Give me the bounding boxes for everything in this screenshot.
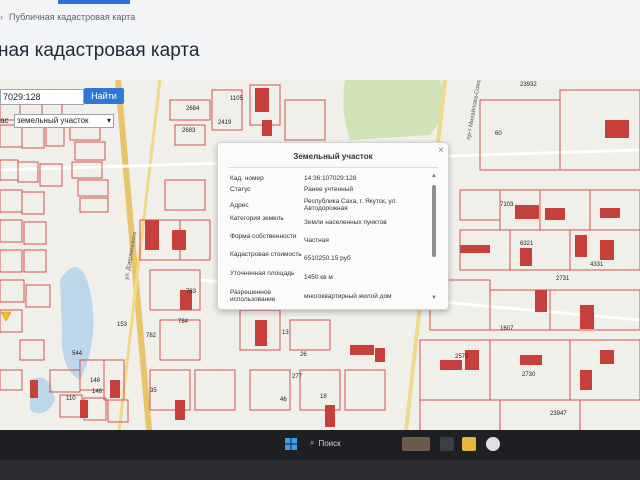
page-title: ная кадастровая карта [0, 40, 200, 61]
info-value: Земли населенных пунктов [304, 219, 387, 226]
scroll-down-icon[interactable]: ▼ [431, 295, 437, 301]
svg-text:148: 148 [90, 378, 101, 384]
breadcrumb: › Публичная кадастровая карта [0, 12, 135, 22]
app-icon[interactable] [440, 437, 454, 451]
pond [60, 267, 94, 380]
svg-text:26: 26 [300, 352, 307, 358]
info-value: 6510250.15 руб [304, 255, 351, 262]
info-value: 1450 кв м [304, 274, 333, 281]
info-key: Уточненная площадь [230, 270, 295, 277]
svg-text:60: 60 [495, 131, 502, 137]
svg-text:110: 110 [66, 396, 76, 402]
svg-text:4331: 4331 [590, 262, 604, 268]
close-icon[interactable]: × [438, 145, 444, 156]
svg-text:2731: 2731 [556, 276, 570, 282]
windows-start-icon[interactable] [285, 438, 297, 450]
popup-scrollbar[interactable]: ▲ ▼ [431, 173, 437, 301]
breadcrumb-separator: › [0, 12, 3, 22]
info-value: многоквартирный жилой дом [304, 293, 392, 300]
svg-text:46: 46 [280, 397, 287, 403]
info-key: Форма собственности [230, 233, 297, 240]
object-type-label: ас [0, 116, 9, 125]
svg-text:18: 18 [320, 394, 327, 400]
svg-text:пр-т Михайлова-Соколова: пр-т Михайлова-Соколова [465, 80, 485, 140]
svg-text:2419: 2419 [218, 120, 232, 126]
info-key: Разрешенное использование [230, 289, 276, 303]
svg-text:23947: 23947 [550, 411, 567, 417]
info-value: Частная [304, 237, 329, 244]
scroll-up-icon[interactable]: ▲ [431, 173, 437, 179]
svg-text:1105: 1105 [230, 96, 244, 102]
object-type-value: земельный участок [17, 116, 89, 125]
popup-title: Земельный участок [293, 152, 373, 161]
svg-text:1607: 1607 [500, 326, 514, 332]
svg-text:153: 153 [117, 322, 128, 328]
svg-text:35: 35 [150, 388, 157, 394]
info-value: Ранее учтенный [304, 186, 353, 193]
info-key: Статус [230, 186, 251, 193]
parcels-left [0, 99, 129, 423]
svg-text:277: 277 [292, 374, 303, 380]
breadcrumb-page-link[interactable]: Публичная кадастровая карта [9, 12, 135, 22]
find-button[interactable]: Найти [84, 88, 124, 104]
svg-text:544: 544 [72, 351, 83, 357]
task-view-thumbnail-icon[interactable] [402, 437, 430, 451]
location-pin-icon[interactable] [0, 310, 12, 322]
taskbar-search[interactable]: ⌕ Поиск [310, 438, 341, 448]
svg-text:782: 782 [146, 333, 157, 339]
object-type-select[interactable]: земельный участок ▾ [14, 114, 114, 128]
cadastral-number-input[interactable]: 7029:128 [0, 89, 84, 105]
search-icon: ⌕ [310, 438, 315, 447]
parcel-info-popup: Земельный участок × Кад. номер 14:36:107… [217, 142, 449, 310]
svg-text:2730: 2730 [522, 372, 536, 378]
svg-text:6321: 6321 [520, 241, 534, 247]
taskbar-search-label: Поиск [318, 438, 341, 448]
info-value: Республика Саха, г. Якутск, ул. Автодоро… [304, 198, 398, 212]
folder-icon[interactable] [462, 437, 476, 451]
svg-text:23932: 23932 [520, 82, 537, 88]
scrollbar-thumb[interactable] [432, 185, 436, 257]
svg-text:2570: 2570 [455, 354, 469, 360]
svg-text:146: 146 [92, 389, 103, 395]
yandex-browser-icon[interactable] [486, 437, 500, 451]
info-key: Кад. номер [230, 175, 264, 182]
info-value: 14:36:107029:128 [304, 175, 357, 182]
active-tab-indicator [58, 0, 130, 4]
svg-text:784: 784 [178, 319, 189, 325]
svg-text:2683: 2683 [182, 128, 196, 134]
monitor-bezel [0, 460, 640, 480]
svg-text:7103: 7103 [500, 202, 514, 208]
info-key: Адрес [230, 202, 249, 209]
chevron-down-icon: ▾ [106, 116, 111, 125]
info-key: Категория земель [230, 215, 284, 222]
browser-page: › Публичная кадастровая карта ная кадаст… [0, 0, 640, 440]
popup-divider [228, 167, 438, 168]
svg-text:13: 13 [282, 330, 289, 336]
svg-text:783: 783 [186, 289, 197, 295]
park-area [343, 80, 445, 140]
info-key: Кадастровая стоимость [230, 251, 302, 258]
svg-text:2684: 2684 [186, 106, 200, 112]
